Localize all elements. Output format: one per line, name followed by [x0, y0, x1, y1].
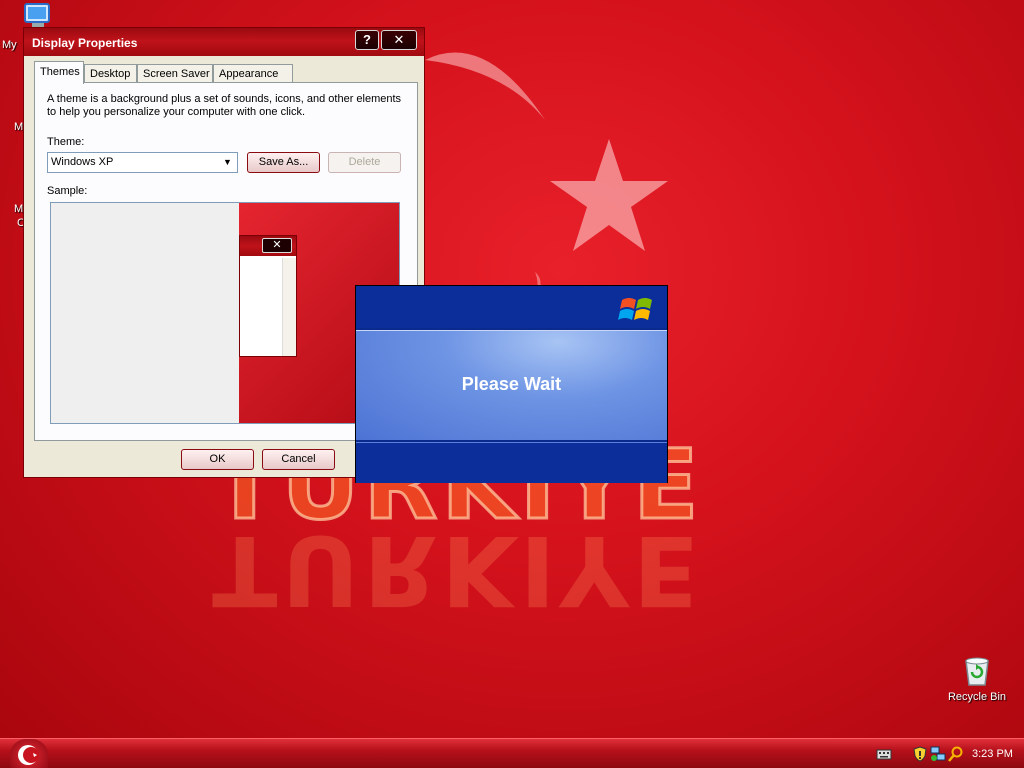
delete-button[interactable]: Delete: [328, 152, 401, 173]
theme-label: Theme:: [47, 136, 85, 148]
start-button[interactable]: [10, 739, 48, 768]
cancel-button[interactable]: Cancel: [262, 449, 335, 470]
recycle-bin-label[interactable]: Recycle Bin: [940, 691, 1014, 703]
help-button[interactable]: ?: [355, 30, 379, 50]
sample-scrollbar: [282, 258, 296, 356]
keyboard-icon[interactable]: [876, 746, 892, 762]
theme-dropdown[interactable]: Windows XP ▼: [47, 152, 238, 173]
sample-window: ✕: [239, 235, 297, 357]
window-title: Display Properties: [32, 36, 138, 50]
star-wallpaper: [550, 139, 668, 251]
please-wait-dialog: Please Wait: [355, 285, 668, 483]
taskbar: 3:23 PM: [0, 738, 1024, 768]
please-wait-message: Please Wait: [461, 374, 562, 394]
save-as-button[interactable]: Save As...: [247, 152, 320, 173]
my-documents-label[interactable]: M: [14, 121, 23, 133]
recycle-bin[interactable]: Recycle Bin: [940, 655, 1014, 703]
recycle-bin-icon: [965, 657, 989, 686]
crescent-star-icon: [18, 745, 39, 765]
chevron-down-icon[interactable]: ▼: [220, 155, 235, 170]
close-button[interactable]: ✕: [381, 30, 417, 50]
system-tray: 3:23 PM: [868, 739, 1024, 768]
tab-appearance[interactable]: Appearance: [213, 64, 293, 83]
clock[interactable]: 3:23 PM: [972, 748, 1013, 760]
security-shield-icon[interactable]: [912, 746, 928, 762]
sample-label: Sample:: [47, 185, 88, 197]
tab-screen-saver[interactable]: Screen Saver: [137, 64, 213, 83]
wallpaper-text-reflection: TÜRKIYE: [212, 525, 703, 610]
windows-logo-icon: [618, 298, 652, 320]
my-network-label[interactable]: M: [14, 203, 23, 215]
tab-desktop[interactable]: Desktop: [84, 64, 137, 83]
network-icon[interactable]: [930, 746, 946, 762]
theme-description: A theme is a background plus a set of so…: [47, 93, 402, 118]
search-icon[interactable]: [948, 746, 964, 762]
my-computer-label[interactable]: My: [2, 39, 17, 51]
theme-dropdown-value: Windows XP: [51, 156, 114, 168]
tab-themes[interactable]: Themes: [34, 61, 84, 84]
theme-sample-preview: ✕: [50, 202, 400, 424]
ok-button[interactable]: OK: [181, 449, 254, 470]
close-icon: ✕: [262, 238, 292, 253]
wait-footer-band: [356, 442, 667, 483]
